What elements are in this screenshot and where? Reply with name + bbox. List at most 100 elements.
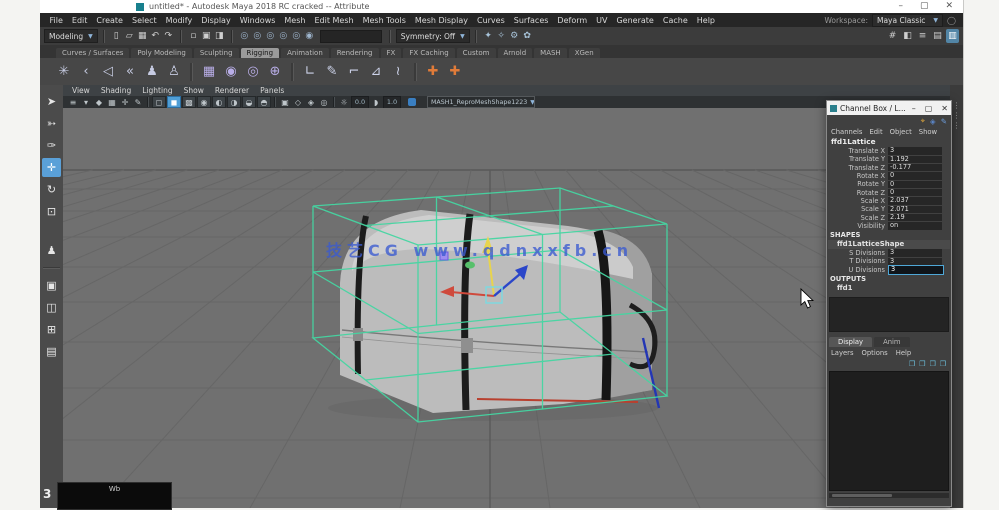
- scrollbar-thumb[interactable]: [832, 493, 892, 497]
- detach-curve-icon[interactable]: ⊿: [366, 61, 386, 83]
- layer-menu-item[interactable]: Help: [896, 349, 912, 357]
- panel-menu-item[interactable]: View: [72, 86, 90, 95]
- channel-box-menu-item[interactable]: Edit: [869, 128, 882, 136]
- menu-item[interactable]: Deform: [553, 16, 592, 25]
- gamma-icon[interactable]: ◗: [370, 97, 382, 108]
- menu-item[interactable]: Cache: [658, 16, 692, 25]
- xray-icon[interactable]: ◇: [292, 97, 304, 108]
- shelf-tab[interactable]: Poly Modeling: [131, 48, 192, 58]
- textured-mode-icon[interactable]: ▩: [182, 96, 196, 108]
- object-dropdown[interactable]: MASH1_ReproMeshShape1223 ▼: [427, 96, 535, 108]
- snap-to-point-icon[interactable]: ◎: [264, 29, 277, 43]
- menu-item[interactable]: Mesh: [280, 16, 310, 25]
- panel-menu-item[interactable]: Lighting: [142, 86, 172, 95]
- layer-menu-item[interactable]: Options: [862, 349, 888, 357]
- input-line-field[interactable]: [319, 29, 382, 43]
- layer-move-up-icon[interactable]: ❒: [929, 360, 935, 368]
- channel-value-field[interactable]: 0: [888, 188, 942, 197]
- shelf-tab[interactable]: FX Caching: [403, 48, 455, 58]
- cluster-deformer-icon[interactable]: ◉: [221, 61, 241, 83]
- menu-item[interactable]: Mesh Display: [410, 16, 472, 25]
- channel-value-field[interactable]: 3: [888, 146, 942, 155]
- menu-item[interactable]: Generate: [612, 16, 658, 25]
- wrap-deformer-icon[interactable]: ⊕: [265, 61, 285, 83]
- maximize-button[interactable]: ▢: [920, 2, 929, 11]
- panel-menu-item[interactable]: Panels: [260, 86, 284, 95]
- lasso-tool-icon[interactable]: ➳: [42, 114, 61, 133]
- channel-value-field[interactable]: 1.192: [888, 155, 942, 164]
- manip-medium-icon[interactable]: ◈: [930, 117, 936, 126]
- gamma-value[interactable]: 1.0: [383, 95, 401, 109]
- workspace-pin-icon[interactable]: ◯: [947, 16, 956, 25]
- ik-spline-icon[interactable]: ◁: [98, 61, 118, 83]
- redo-icon[interactable]: ↷: [162, 29, 175, 43]
- hypershade-icon[interactable]: ≡: [916, 29, 929, 43]
- paint-effects-icon[interactable]: ✿: [521, 29, 534, 43]
- menu-item[interactable]: Mesh Tools: [358, 16, 410, 25]
- edit-curve-icon[interactable]: ∟: [300, 61, 320, 83]
- layer-new-icon[interactable]: ❒: [909, 360, 915, 368]
- shape-node-name[interactable]: ffd1LatticeShape: [828, 239, 950, 249]
- shelf-tab[interactable]: Custom: [456, 48, 496, 58]
- layer-editor-tab[interactable]: Anim: [874, 336, 910, 347]
- channel-value-field[interactable]: -0.177: [888, 163, 942, 172]
- shelf-tab[interactable]: FX: [380, 48, 402, 58]
- 2d-pan-zoom-icon[interactable]: ✛: [119, 97, 131, 108]
- menu-item[interactable]: Surfaces: [509, 16, 553, 25]
- new-scene-icon[interactable]: ▯: [110, 29, 123, 43]
- attach-curve-icon[interactable]: ⌐: [344, 61, 364, 83]
- shelf-tab[interactable]: Curves / Surfaces: [56, 48, 130, 58]
- channel-box-menu-item[interactable]: Object: [890, 128, 912, 136]
- create-joint-icon[interactable]: ✳: [54, 61, 74, 83]
- shelf-tab[interactable]: Animation: [281, 48, 329, 58]
- channel-box-icon[interactable]: ▥: [946, 29, 959, 43]
- save-scene-icon[interactable]: ▦: [136, 29, 149, 43]
- camera-select-icon[interactable]: ▾: [80, 97, 92, 108]
- layer-editor-tab[interactable]: Display: [829, 336, 873, 347]
- use-all-lights-icon[interactable]: ◉: [197, 96, 211, 108]
- channel-box-titlebar[interactable]: Channel Box / L... – ▢ ✕: [827, 101, 951, 115]
- make-live-icon[interactable]: ◉: [303, 29, 316, 43]
- insert-joint-icon[interactable]: «: [120, 61, 140, 83]
- layer-menu-item[interactable]: Layers: [831, 349, 854, 357]
- project-curve-icon[interactable]: ≀: [388, 61, 408, 83]
- channel-value-field[interactable]: 0: [888, 171, 942, 180]
- render-current-frame-icon[interactable]: ✦: [482, 29, 495, 43]
- channel-value-field[interactable]: on: [888, 221, 942, 230]
- workspace-dropdown[interactable]: Maya Classic ▼: [871, 13, 944, 27]
- snap-to-viewplane-icon[interactable]: ◎: [290, 29, 303, 43]
- menuset-dropdown[interactable]: Modeling ▼: [44, 29, 98, 43]
- layer-new-selected-icon[interactable]: ❒: [919, 360, 925, 368]
- snap-to-curve-icon[interactable]: ◎: [251, 29, 264, 43]
- bind-skin-icon[interactable]: ♟: [142, 61, 162, 83]
- interactive-bind-icon[interactable]: ♙: [164, 61, 184, 83]
- lattice-deformer-icon[interactable]: ▦: [199, 61, 219, 83]
- render-settings-icon[interactable]: ⚙: [508, 29, 521, 43]
- wireframe-mode-icon[interactable]: ◻: [152, 96, 166, 108]
- select-hierarchy-icon[interactable]: ▫: [187, 29, 200, 43]
- maximize-button[interactable]: ▢: [925, 104, 933, 113]
- shelf-tab[interactable]: Rigging: [240, 48, 280, 58]
- ik-handle-icon[interactable]: ‹: [76, 61, 96, 83]
- horizontal-scrollbar[interactable]: [829, 492, 949, 498]
- grease-pencil-icon[interactable]: ✎: [132, 97, 144, 108]
- shelf-tab[interactable]: Sculpting: [193, 48, 239, 58]
- snap-to-grid-icon[interactable]: ◎: [238, 29, 251, 43]
- select-tool-icon[interactable]: ➤: [42, 92, 61, 111]
- select-object-icon[interactable]: ▣: [200, 29, 213, 43]
- channel-value-field[interactable]: 0: [888, 180, 942, 189]
- snap-to-center-icon[interactable]: ◎: [277, 29, 290, 43]
- menu-item[interactable]: File: [45, 16, 67, 25]
- channel-box-menu-item[interactable]: Channels: [831, 128, 862, 136]
- manip-fast-icon[interactable]: ✎: [941, 117, 947, 126]
- channel-value-field[interactable]: 2.19: [888, 213, 942, 222]
- move-tool-icon[interactable]: ✛: [42, 158, 61, 177]
- channel-value-field[interactable]: 3: [888, 264, 944, 275]
- screen-ao-icon[interactable]: ◑: [227, 96, 241, 108]
- four-pane-layout-icon[interactable]: ⊞: [42, 320, 61, 339]
- close-button[interactable]: ✕: [945, 2, 953, 11]
- grid-toggle-icon[interactable]: #: [886, 29, 899, 43]
- minimize-button[interactable]: –: [898, 2, 903, 11]
- menu-item[interactable]: Edit: [67, 16, 92, 25]
- exposure-value[interactable]: 0.0: [351, 95, 369, 109]
